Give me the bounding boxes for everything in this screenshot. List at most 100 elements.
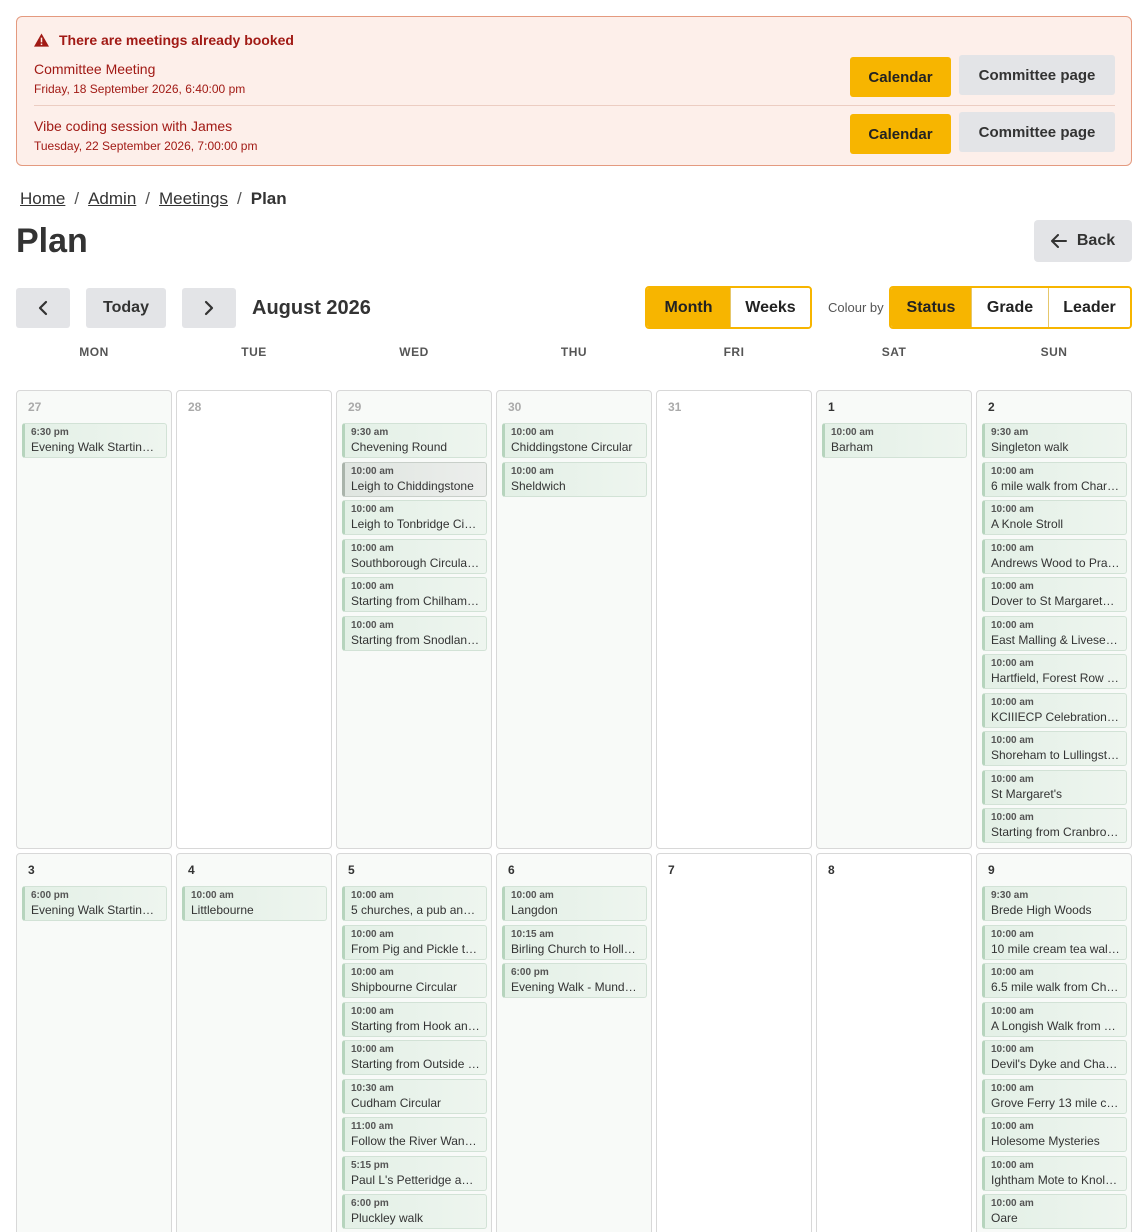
calendar-day-cell[interactable]: 5 10:00 am 5 churches, a pub and beautiful… xyxy=(336,853,492,1232)
calendar-event[interactable]: 10:00 am Littlebourne xyxy=(182,886,327,921)
next-month-button[interactable] xyxy=(182,288,236,328)
calendar-event[interactable]: 10:00 am Starting from Cranbrook Church xyxy=(982,808,1127,843)
day-events: 10:00 am Chiddingstone Circular 10:00 am Sh… xyxy=(502,423,647,500)
colour-status-option[interactable]: Status xyxy=(891,288,971,327)
calendar-day-cell[interactable]: 30 10:00 am Chiddingstone Circular 10:00 am… xyxy=(496,390,652,849)
calendar-event[interactable]: 10:00 am Holesome Mysteries xyxy=(982,1117,1127,1152)
back-button[interactable]: Back xyxy=(1034,220,1132,262)
calendar-event[interactable]: 10:00 amEast Malling & Livesey Street xyxy=(982,615,1127,651)
day-events: 10:00 am Langdon 10:15 am Birling Church to… xyxy=(502,886,647,1002)
calendar-event[interactable]: 10:15 am Birling Church to Holly Hill xyxy=(502,924,647,960)
view-weeks-option[interactable]: Weeks xyxy=(730,288,810,327)
calendar-event[interactable]: 10:00 amSouthborough Circular Walk xyxy=(342,538,487,574)
event-time: 10:00 am xyxy=(831,427,874,438)
booked-meeting-row: Vibe coding session with James Tuesday, … xyxy=(34,112,1115,162)
event-time: 10:00 am xyxy=(351,890,394,901)
meeting-date: Tuesday, 22 September 2026, 7:00:00 pm xyxy=(34,139,258,153)
calendar-event[interactable]: 10:00 amIghtham Mote to Knole Park xyxy=(982,1155,1127,1191)
calendar-day-cell[interactable]: 1 10:00 am Barham xyxy=(816,390,972,849)
committee-page-button[interactable]: Committee page xyxy=(959,112,1115,152)
event-time: 9:30 am xyxy=(991,427,1029,438)
day-number: 27 xyxy=(28,400,42,414)
calendar-day-cell[interactable]: 6 10:00 am Langdon 10:15 am Birling Church t… xyxy=(496,853,652,1232)
meetings-booked-alert: There are meetings already booked Commit… xyxy=(16,16,1132,166)
calendar-day-cell[interactable]: 31 xyxy=(656,390,812,849)
calendar-event[interactable]: 10:00 am 5 churches, a pub and beautiful … xyxy=(342,886,487,921)
calendar-event[interactable]: 9:30 am Brede High Woods xyxy=(982,886,1127,921)
page-title: Plan xyxy=(16,222,88,260)
day-events: 10:00 am Barham xyxy=(822,423,967,462)
breadcrumb-meetings[interactable]: Meetings xyxy=(159,189,228,209)
calendar-event[interactable]: 10:00 am Devil's Dyke and Chattri Memoria… xyxy=(982,1040,1127,1075)
calendar-event[interactable]: 6:00 pm Evening Walk - Mundy Bois xyxy=(502,963,647,998)
calendar-event[interactable]: 10:00 amA Longish Walk from Tonbridge xyxy=(982,1001,1127,1037)
calendar-day-cell[interactable]: 4 10:00 am Littlebourne xyxy=(176,853,332,1232)
calendar-event[interactable]: 10:00 am Langdon xyxy=(502,886,647,921)
calendar-event[interactable]: 10:30 am Cudham Circular xyxy=(342,1078,487,1114)
calendar-event[interactable]: 9:30 am Chevening Round xyxy=(342,423,487,458)
calendar-event[interactable]: 10:00 am Starting from Chilham Station xyxy=(342,577,487,612)
calendar-day-cell[interactable]: 9 9:30 am Brede High Woods 10:00 am 10 mile … xyxy=(976,853,1132,1232)
calendar-event[interactable]: 10:00 am 6.5 mile walk from Charing xyxy=(982,963,1127,998)
calendar-button[interactable]: Calendar xyxy=(850,57,951,97)
calendar-event[interactable]: 11:00 am Follow the River Wandle xyxy=(342,1117,487,1152)
calendar-day-cell[interactable]: 2 9:30 am Singleton walk 10:00 am 6 mile wal… xyxy=(976,390,1132,849)
calendar-button[interactable]: Calendar xyxy=(850,114,951,154)
calendar-day-cell[interactable]: 3 6:00 pm Evening Walk Starting from Tonbr… xyxy=(16,853,172,1232)
calendar-event[interactable]: 10:00 am10 mile cream tea walk from Ide … xyxy=(982,924,1127,960)
event-title: Starting from Outside Costa xyxy=(351,1057,480,1071)
event-time: 10:00 am xyxy=(991,1198,1034,1209)
calendar-event[interactable]: 6:00 pm Pluckley walk xyxy=(342,1194,487,1229)
calendar-event[interactable]: 10:00 am Dover to St Margarets Bay xyxy=(982,577,1127,612)
event-time: 10:00 am xyxy=(511,427,554,438)
event-time: 10:00 am xyxy=(991,465,1034,477)
calendar-event[interactable]: 6:00 pm Evening Walk Starting from Tonbri… xyxy=(22,886,167,921)
committee-page-button[interactable]: Committee page xyxy=(959,55,1115,95)
calendar-event[interactable]: 10:00 amKCIIIECP Celebration Walk xyxy=(982,692,1127,728)
calendar-event[interactable]: 10:00 am Shipbourne Circular xyxy=(342,963,487,998)
day-events: 9:30 am Brede High Woods 10:00 am 10 mile c… xyxy=(982,886,1127,1232)
calendar-day-cell[interactable]: 29 9:30 am Chevening Round 10:00 am Leigh to… xyxy=(336,390,492,849)
calendar-event[interactable]: 10:00 amGrove Ferry 13 mile circular xyxy=(982,1078,1127,1114)
calendar-day-cell[interactable]: 27 6:30 pm Evening Walk Starting from Chid… xyxy=(16,390,172,849)
day-number: 3 xyxy=(28,863,35,877)
colour-grade-option[interactable]: Grade xyxy=(971,288,1048,327)
calendar-event[interactable]: 10:00 am St Margaret's xyxy=(982,769,1127,805)
calendar-event[interactable]: 10:00 am Chiddingstone Circular xyxy=(502,423,647,458)
breadcrumb-admin[interactable]: Admin xyxy=(88,189,136,209)
calendar-day-cell[interactable]: 7 xyxy=(656,853,812,1232)
calendar-event[interactable]: 10:00 amAndrews Wood to Pratts Bottom xyxy=(982,538,1127,574)
today-button[interactable]: Today xyxy=(86,288,166,328)
calendar-event[interactable]: 10:00 am Oare xyxy=(982,1194,1127,1229)
event-time: 10:00 am xyxy=(991,1121,1034,1132)
calendar-event[interactable]: 5:15 pmPaul L's Petteridge and Matfield xyxy=(342,1155,487,1191)
calendar-day-cell[interactable]: 28 xyxy=(176,390,332,849)
event-title: Ightham Mote to Knole Park xyxy=(991,1172,1120,1187)
previous-month-button[interactable] xyxy=(16,288,70,328)
calendar-event[interactable]: 10:00 am Starting from Outside Costa xyxy=(342,1040,487,1075)
calendar-event[interactable]: 10:00 amStarting from Snodland Station xyxy=(342,615,487,651)
calendar-event[interactable]: 10:00 am Hartfield, Forest Row Triangle xyxy=(982,654,1127,689)
breadcrumb-home[interactable]: Home xyxy=(20,189,65,209)
event-time: 10:00 am xyxy=(511,890,554,901)
calendar-event[interactable]: 10:00 am Shoreham to Lullingstone xyxy=(982,731,1127,766)
calendar-event[interactable]: 9:30 am Singleton walk xyxy=(982,423,1127,458)
meeting-date: Friday, 18 September 2026, 6:40:00 pm xyxy=(34,82,246,96)
view-month-option[interactable]: Month xyxy=(647,288,730,327)
calendar-event[interactable]: 10:00 am Barham xyxy=(822,423,967,458)
calendar-event[interactable]: 10:00 am Sheldwich xyxy=(502,461,647,497)
colour-leader-option[interactable]: Leader xyxy=(1048,288,1130,327)
event-title: Shoreham to Lullingstone xyxy=(991,748,1120,762)
event-title: Andrews Wood to Pratts Bottom xyxy=(991,555,1120,570)
calendar-event[interactable]: 10:00 am Leigh to Chiddingstone xyxy=(342,461,487,497)
calendar-event[interactable]: 6:30 pm Evening Walk Starting from Chiddi… xyxy=(22,423,167,458)
calendar-event[interactable]: 10:00 am Leigh to Tonbridge Circular xyxy=(342,500,487,535)
event-time: 11:00 am xyxy=(351,1121,394,1132)
calendar-event[interactable]: 10:00 am 6 mile walk from Chartham xyxy=(982,461,1127,497)
event-time: 10:00 am xyxy=(351,1005,394,1017)
calendar-day-cell[interactable]: 8 xyxy=(816,853,972,1232)
calendar-event[interactable]: 10:00 am A Knole Stroll xyxy=(982,500,1127,535)
day-events: 9:30 am Singleton walk 10:00 am 6 mile walk… xyxy=(982,423,1127,847)
calendar-event[interactable]: 10:00 amFrom Pig and Pickle to Brenchley xyxy=(342,924,487,960)
calendar-event[interactable]: 10:00 amStarting from Hook and Hatchet xyxy=(342,1001,487,1037)
